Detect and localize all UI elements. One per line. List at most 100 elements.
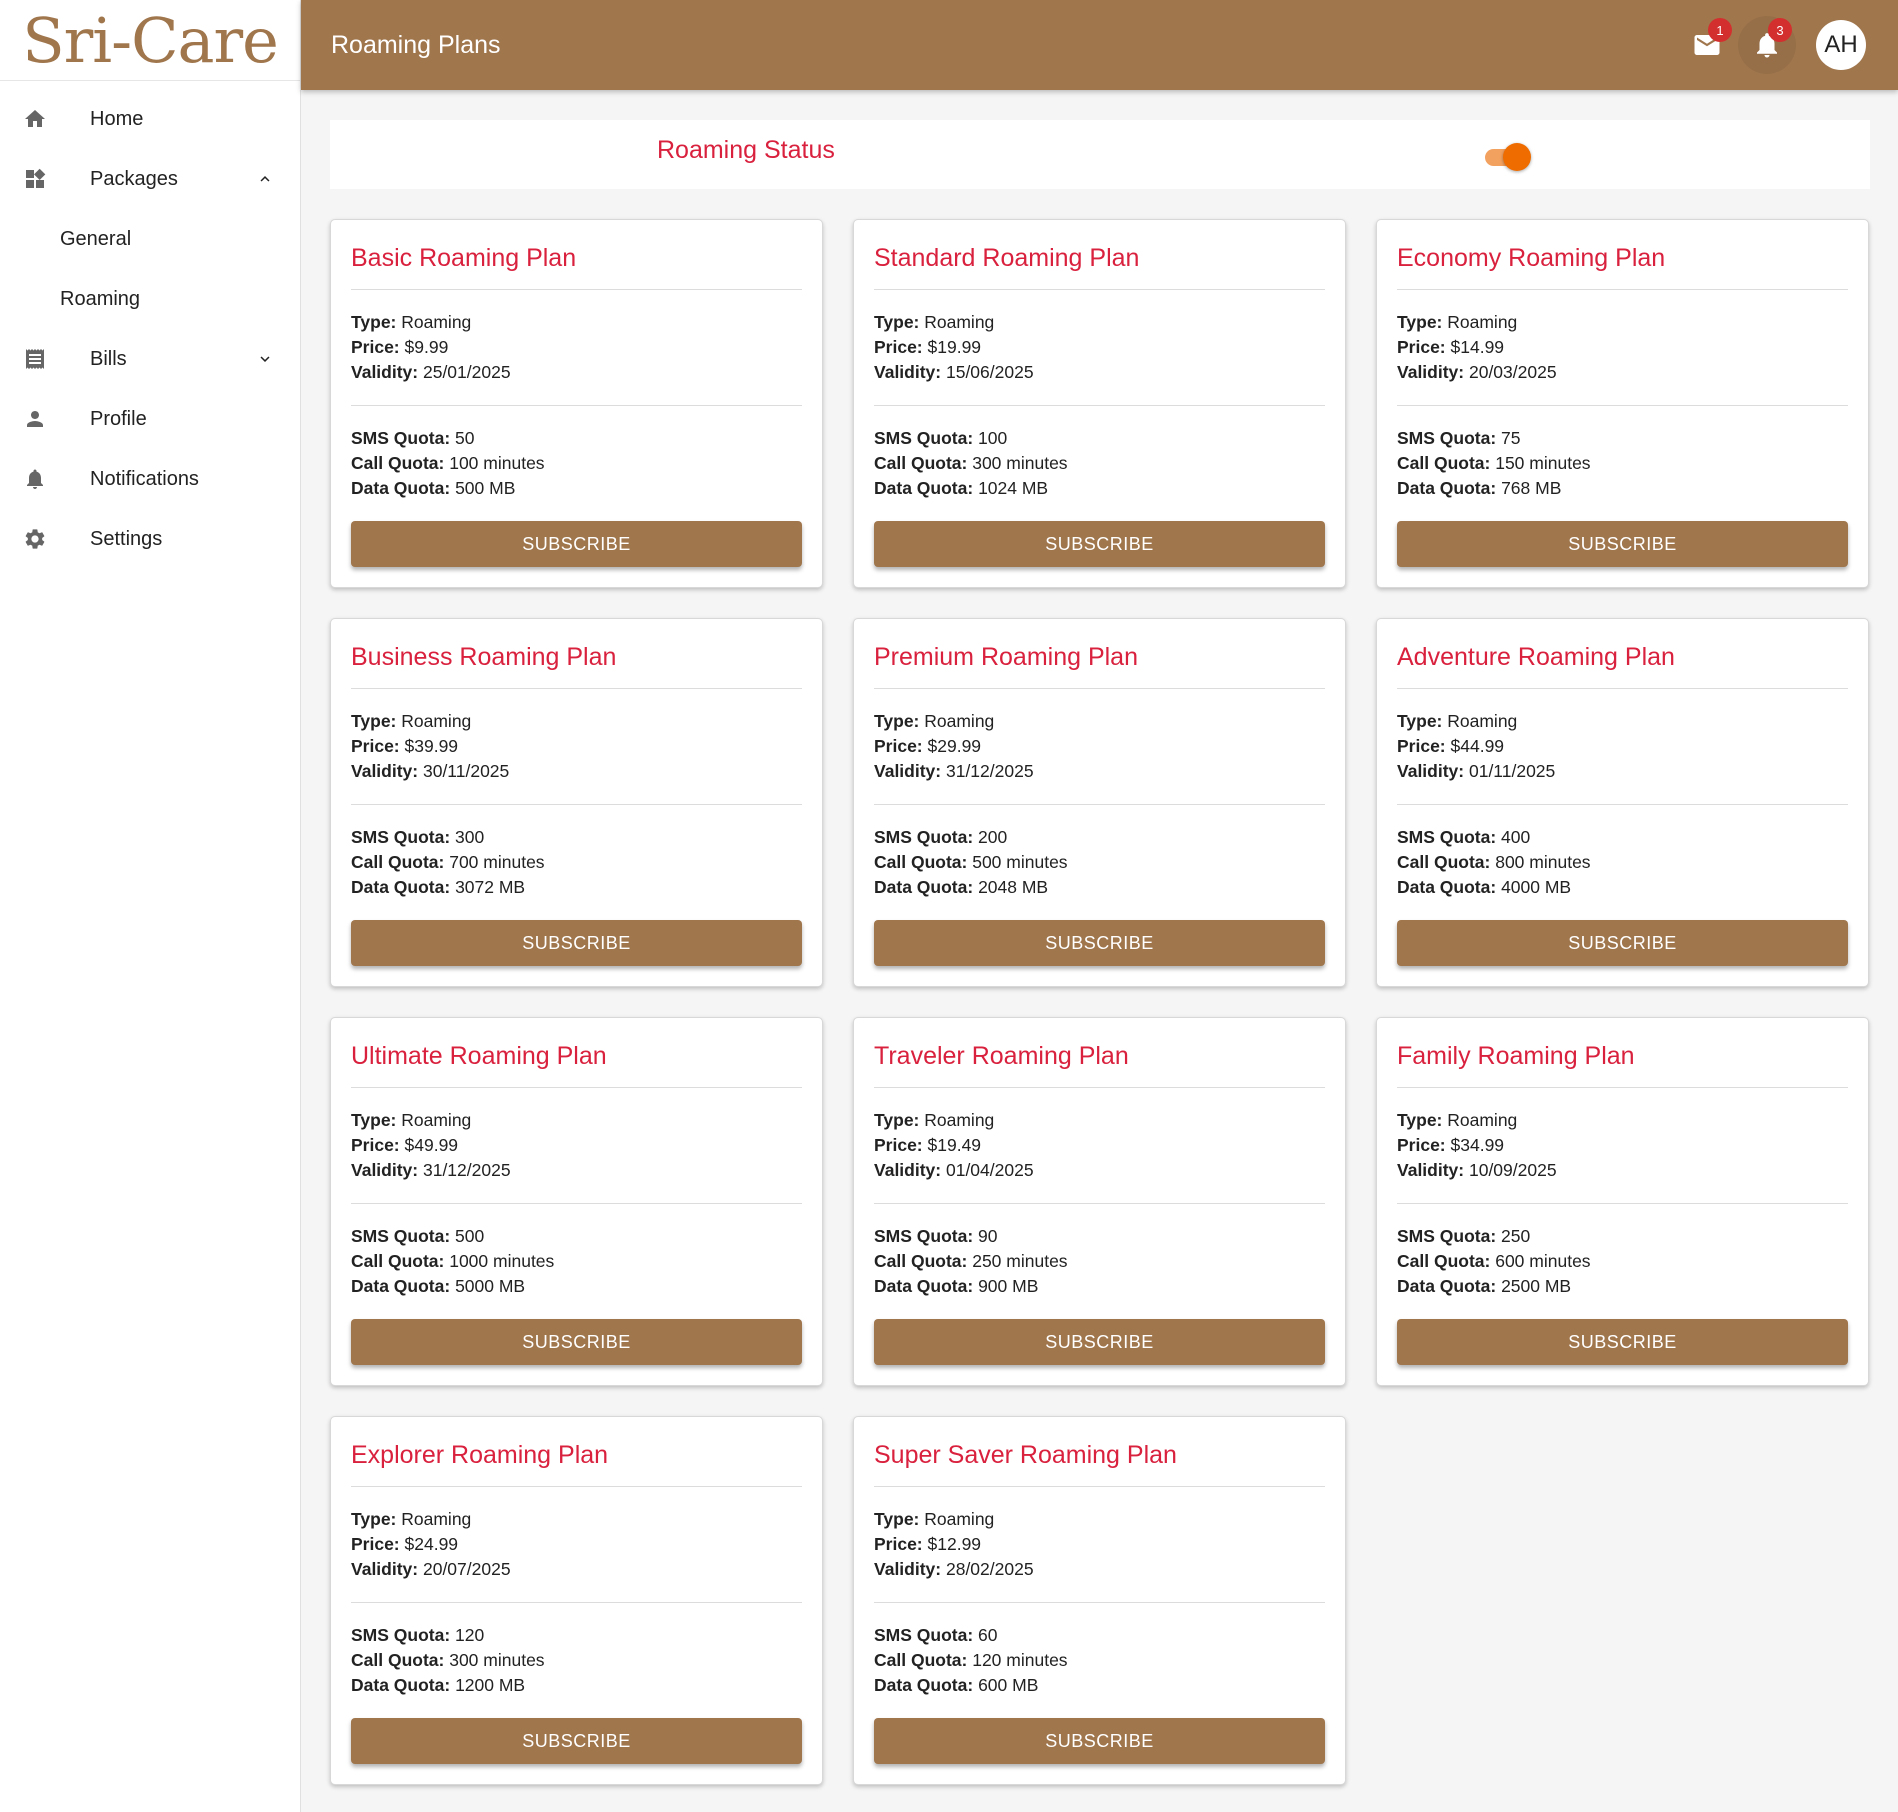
sidebar-item-general[interactable]: General	[0, 209, 300, 269]
page-title: Roaming Plans	[331, 30, 501, 59]
plan-price: Price: $44.99	[1397, 736, 1505, 756]
sidebar-item-packages[interactable]: Packages	[0, 149, 300, 209]
sidebar-item-label: Settings	[90, 527, 163, 550]
plan-data-quota: Data Quota: 2048 MB	[874, 877, 1049, 897]
plan-data-quota: Data Quota: 500 MB	[351, 478, 516, 498]
sidebar-item-roaming[interactable]: Roaming	[0, 269, 300, 329]
plan-details: Type: Roaming Price: $24.99 Validity: 20…	[351, 1487, 802, 1603]
receipt-icon	[22, 346, 48, 372]
plan-sms-quota: SMS Quota: 120	[351, 1625, 485, 1645]
header-actions: 1 3 AH	[1676, 0, 1866, 90]
plan-call-quota: Call Quota: 300 minutes	[874, 453, 1068, 473]
plan-details: Type: Roaming Price: $19.99 Validity: 15…	[874, 290, 1325, 406]
subscribe-button[interactable]: SUBSCRIBE	[874, 920, 1325, 966]
plan-type: Type: Roaming	[1397, 1110, 1518, 1130]
sidebar-item-notifications[interactable]: Notifications	[0, 449, 300, 509]
plan-price: Price: $12.99	[874, 1534, 982, 1554]
plan-details: Type: Roaming Price: $49.99 Validity: 31…	[351, 1088, 802, 1204]
plan-card: Explorer Roaming Plan Type: Roaming Pric…	[330, 1416, 823, 1785]
roaming-status-toggle[interactable]	[1485, 141, 1531, 171]
plan-sms-quota: SMS Quota: 50	[351, 428, 475, 448]
plan-card: Adventure Roaming Plan Type: Roaming Pri…	[1376, 618, 1869, 987]
plan-call-quota: Call Quota: 800 minutes	[1397, 852, 1591, 872]
plan-quotas: SMS Quota: 50 Call Quota: 100 minutes Da…	[351, 406, 802, 501]
plan-title: Premium Roaming Plan	[874, 619, 1325, 689]
notifications-badge: 3	[1768, 18, 1792, 42]
subscribe-button[interactable]: SUBSCRIBE	[351, 1718, 802, 1764]
avatar[interactable]: AH	[1816, 20, 1866, 70]
plan-call-quota: Call Quota: 250 minutes	[874, 1251, 1068, 1271]
subscribe-button[interactable]: SUBSCRIBE	[874, 521, 1325, 567]
plan-validity: Validity: 01/04/2025	[874, 1160, 1034, 1180]
plan-title: Economy Roaming Plan	[1397, 220, 1848, 290]
plan-card: Premium Roaming Plan Type: Roaming Price…	[853, 618, 1346, 987]
plan-call-quota: Call Quota: 100 minutes	[351, 453, 545, 473]
plan-data-quota: Data Quota: 1200 MB	[351, 1675, 526, 1695]
plan-title: Standard Roaming Plan	[874, 220, 1325, 290]
plan-sms-quota: SMS Quota: 90	[874, 1226, 998, 1246]
subscribe-button[interactable]: SUBSCRIBE	[351, 521, 802, 567]
sidebar: Sri-Care Home Packages General Roaming B…	[0, 0, 301, 1812]
plan-quotas: SMS Quota: 100 Call Quota: 300 minutes D…	[874, 406, 1325, 501]
plan-price: Price: $49.99	[351, 1135, 459, 1155]
app-logo[interactable]: Sri-Care	[0, 0, 300, 81]
plan-data-quota: Data Quota: 600 MB	[874, 1675, 1039, 1695]
plan-details: Type: Roaming Price: $14.99 Validity: 20…	[1397, 290, 1848, 406]
plan-price: Price: $19.99	[874, 337, 982, 357]
subscribe-button[interactable]: SUBSCRIBE	[874, 1319, 1325, 1365]
plan-title: Super Saver Roaming Plan	[874, 1417, 1325, 1487]
plan-title: Business Roaming Plan	[351, 619, 802, 689]
plan-quotas: SMS Quota: 400 Call Quota: 800 minutes D…	[1397, 805, 1848, 900]
plan-card: Family Roaming Plan Type: Roaming Price:…	[1376, 1017, 1869, 1386]
plan-sms-quota: SMS Quota: 60	[874, 1625, 998, 1645]
plan-validity: Validity: 28/02/2025	[874, 1559, 1034, 1579]
plan-card: Ultimate Roaming Plan Type: Roaming Pric…	[330, 1017, 823, 1386]
plan-details: Type: Roaming Price: $9.99 Validity: 25/…	[351, 290, 802, 406]
plan-card: Standard Roaming Plan Type: Roaming Pric…	[853, 219, 1346, 588]
plan-sms-quota: SMS Quota: 200	[874, 827, 1008, 847]
plan-type: Type: Roaming	[1397, 711, 1518, 731]
home-icon	[22, 106, 48, 132]
plan-details: Type: Roaming Price: $29.99 Validity: 31…	[874, 689, 1325, 805]
plan-call-quota: Call Quota: 500 minutes	[874, 852, 1068, 872]
chevron-down-icon	[260, 356, 270, 362]
plan-details: Type: Roaming Price: $19.49 Validity: 01…	[874, 1088, 1325, 1204]
sidebar-nav: Home Packages General Roaming Bills Prof…	[0, 81, 300, 569]
subscribe-button[interactable]: SUBSCRIBE	[874, 1718, 1325, 1764]
sidebar-item-label: General	[60, 227, 132, 250]
subscribe-button[interactable]: SUBSCRIBE	[1397, 920, 1848, 966]
sidebar-item-profile[interactable]: Profile	[0, 389, 300, 449]
subscribe-button[interactable]: SUBSCRIBE	[351, 920, 802, 966]
sidebar-item-home[interactable]: Home	[0, 89, 300, 149]
subscribe-button[interactable]: SUBSCRIBE	[1397, 1319, 1848, 1365]
plan-title: Adventure Roaming Plan	[1397, 619, 1848, 689]
notifications-button[interactable]: 3	[1738, 16, 1796, 74]
plan-validity: Validity: 31/12/2025	[874, 761, 1034, 781]
subscribe-button[interactable]: SUBSCRIBE	[1397, 521, 1848, 567]
plan-sms-quota: SMS Quota: 75	[1397, 428, 1521, 448]
plan-data-quota: Data Quota: 900 MB	[874, 1276, 1039, 1296]
sidebar-item-settings[interactable]: Settings	[0, 509, 300, 569]
plan-quotas: SMS Quota: 60 Call Quota: 120 minutes Da…	[874, 1603, 1325, 1698]
sidebar-item-label: Notifications	[90, 467, 199, 490]
plan-type: Type: Roaming	[874, 1509, 995, 1529]
mail-button[interactable]: 1	[1678, 16, 1736, 74]
plan-sms-quota: SMS Quota: 300	[351, 827, 485, 847]
sidebar-item-label: Bills	[90, 347, 127, 370]
plan-type: Type: Roaming	[351, 711, 472, 731]
plan-type: Type: Roaming	[351, 312, 472, 332]
sidebar-item-label: Profile	[90, 407, 147, 430]
plan-quotas: SMS Quota: 75 Call Quota: 150 minutes Da…	[1397, 406, 1848, 501]
subscribe-button[interactable]: SUBSCRIBE	[351, 1319, 802, 1365]
plan-validity: Validity: 15/06/2025	[874, 362, 1034, 382]
plan-validity: Validity: 20/07/2025	[351, 1559, 511, 1579]
plan-call-quota: Call Quota: 700 minutes	[351, 852, 545, 872]
plan-quotas: SMS Quota: 250 Call Quota: 600 minutes D…	[1397, 1204, 1848, 1299]
gear-icon	[22, 526, 48, 552]
plan-data-quota: Data Quota: 5000 MB	[351, 1276, 526, 1296]
plan-data-quota: Data Quota: 1024 MB	[874, 478, 1049, 498]
sidebar-item-bills[interactable]: Bills	[0, 329, 300, 389]
plan-price: Price: $29.99	[874, 736, 982, 756]
plan-type: Type: Roaming	[874, 312, 995, 332]
plan-validity: Validity: 20/03/2025	[1397, 362, 1557, 382]
